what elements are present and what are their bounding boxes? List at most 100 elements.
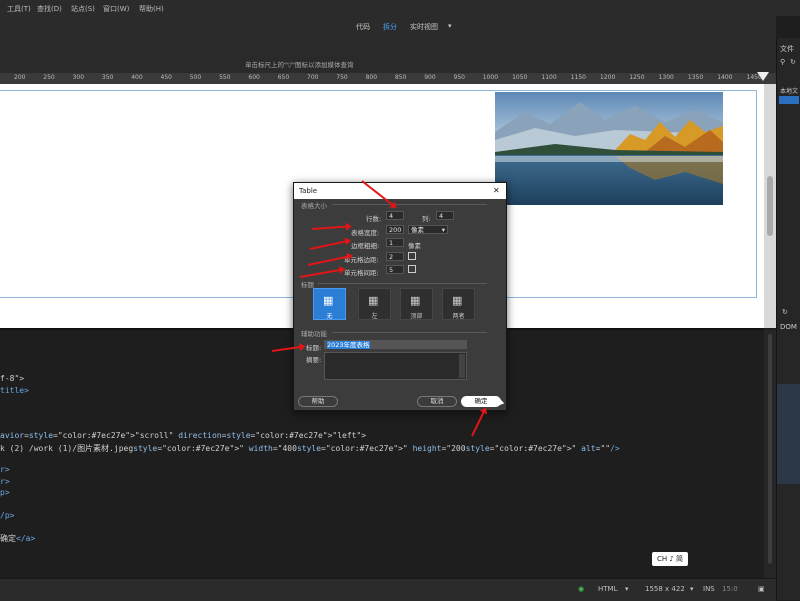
close-icon[interactable]: ✕: [493, 186, 500, 195]
dialog-title: Table: [299, 187, 318, 195]
preview-icon[interactable]: ▣: [758, 585, 765, 593]
menu-help[interactable]: 帮助(H): [139, 4, 164, 14]
width-unit-select[interactable]: 像素 ▾: [408, 225, 448, 234]
window-size[interactable]: 1558 x 422: [645, 585, 685, 593]
ruler-tick-label: 1050: [512, 74, 528, 81]
code-line[interactable]: 确定</a>: [0, 533, 35, 544]
ruler-tick-label: 300: [72, 74, 85, 81]
caption-selected-text: 2023年度表格: [327, 341, 370, 349]
insert-mode: INS: [703, 585, 715, 593]
ruler-tick-label: 400: [131, 74, 143, 81]
menu-bar: 工具(T) 查找(D) 站点(S) 窗口(W) 帮助(H): [0, 0, 800, 16]
code-line[interactable]: r>: [0, 465, 10, 474]
design-scrollbar[interactable]: [764, 84, 776, 328]
ruler-tick-label: 450: [160, 74, 172, 81]
menu-tools[interactable]: 工具(T): [7, 4, 31, 14]
refresh-icon[interactable]: ↻: [782, 308, 788, 316]
width-unit-value: 像素: [411, 226, 424, 234]
summary-label: 摘要:: [306, 356, 322, 364]
header-none-icon: ▦: [323, 294, 334, 307]
dom-panel-title[interactable]: DOM: [780, 323, 797, 331]
header-top-label: 顶部: [410, 313, 423, 320]
header-left-icon: ▦: [368, 294, 379, 307]
filter-icon[interactable]: ⚲: [780, 58, 785, 66]
code-line[interactable]: p>: [0, 488, 10, 497]
dialog-titlebar: Table ✕: [294, 183, 506, 199]
table-width-input[interactable]: 200: [386, 225, 404, 234]
code-scrollbar[interactable]: [764, 330, 776, 578]
tree-item-selected[interactable]: [779, 96, 799, 104]
ime-indicator[interactable]: CH ♪ 简: [652, 552, 688, 566]
summary-textarea[interactable]: [324, 352, 467, 380]
code-line[interactable]: /p>: [0, 511, 14, 520]
ruler-tick-label: 1400: [717, 74, 733, 81]
ruler-tick-label: 850: [394, 74, 407, 81]
rows-input[interactable]: 4: [386, 211, 404, 220]
caption-input[interactable]: 2023年度表格: [324, 340, 467, 349]
code-line[interactable]: avior=style="color:#7ec27e">"scroll" dir…: [0, 431, 366, 440]
border-thickness-input[interactable]: 1: [386, 238, 404, 247]
chevron-down-icon[interactable]: ▾: [690, 585, 694, 593]
cancel-button[interactable]: 取消: [417, 396, 457, 407]
local-files-label: 本地文: [780, 88, 799, 95]
summary-scrollbar[interactable]: [459, 354, 465, 378]
ruler-tick-label: 550: [219, 74, 231, 81]
header-both-icon: ▦: [452, 294, 463, 307]
dom-tree-highlight: [777, 384, 800, 484]
code-line[interactable]: r>: [0, 477, 10, 486]
tab-live-view[interactable]: 实时视图: [410, 22, 438, 32]
lake-image[interactable]: [495, 92, 723, 205]
view-toolbar: 代码 拆分 实时视图 ▾: [0, 16, 776, 39]
media-query-hint-bar: 单击标尺上的"▽"图标以添加媒体查询: [0, 38, 776, 73]
ruler-tick-label: 700: [307, 74, 319, 81]
chevron-down-icon[interactable]: ▾: [448, 22, 452, 30]
cursor-position: 15:0: [722, 585, 738, 593]
status-bar: ◉ HTML ▾ 1558 x 422 ▾ INS 15:0 ▣: [0, 578, 776, 601]
language-selector[interactable]: HTML: [598, 585, 617, 593]
code-line[interactable]: f-8">: [0, 374, 24, 383]
divider: [332, 332, 487, 333]
divider: [332, 204, 487, 205]
table-width-label: 表格宽度:: [351, 229, 380, 237]
columns-label: 列:: [422, 215, 431, 223]
ruler-tick-label: 200: [14, 74, 26, 81]
chevron-down-icon[interactable]: ▾: [625, 585, 629, 593]
columns-input[interactable]: 4: [436, 211, 454, 220]
ruler-tick-label: 1100: [541, 74, 557, 81]
header-none-button[interactable]: ▦ 无: [313, 288, 346, 320]
code-line[interactable]: title>: [0, 386, 29, 395]
cell-spacing-input[interactable]: 5: [386, 265, 404, 274]
ruler-tick-label: 600: [248, 74, 260, 81]
header-both-button[interactable]: ▦ 两者: [442, 288, 475, 320]
header-left-label: 左: [371, 313, 378, 320]
scroll-thumb[interactable]: [768, 334, 772, 564]
header-left-button[interactable]: ▦ 左: [358, 288, 391, 320]
tab-split[interactable]: 拆分: [383, 22, 397, 32]
ruler-tick-label: 750: [336, 74, 348, 81]
refresh-icon[interactable]: ↻: [790, 58, 796, 66]
menu-site[interactable]: 站点(S): [71, 4, 95, 14]
tab-code[interactable]: 代码: [356, 22, 370, 32]
files-panel-title[interactable]: 文件: [780, 44, 794, 54]
media-query-marker-icon[interactable]: [757, 72, 769, 81]
section-table-size: 表格大小: [301, 202, 327, 210]
border-unit: 像素: [408, 242, 421, 250]
ruler-tick-label: 350: [101, 74, 114, 81]
ruler-tick-label: 950: [453, 74, 465, 81]
ruler-tick-label: 500: [189, 74, 202, 81]
menu-find[interactable]: 查找(D): [37, 4, 62, 14]
header-top-button[interactable]: ▦ 顶部: [400, 288, 433, 320]
code-line[interactable]: k (2) /work (1)/图片素材.jpegstyle="color:#7…: [0, 443, 620, 454]
section-accessibility: 辅助功能: [301, 330, 327, 338]
ruler-tick-label: 1000: [482, 74, 499, 81]
help-button[interactable]: 帮助: [298, 396, 338, 407]
cell-spacing-label: 单元格间距:: [344, 269, 379, 277]
menu-window[interactable]: 窗口(W): [103, 4, 129, 14]
header-top-icon: ▦: [410, 294, 421, 307]
cell-padding-input[interactable]: 2: [386, 252, 404, 261]
cell-padding-icon: [408, 252, 416, 260]
caption-label: 标题:: [306, 344, 322, 352]
rows-label: 行数:: [366, 215, 382, 223]
scroll-thumb[interactable]: [767, 176, 773, 236]
chevron-down-icon: ▾: [441, 226, 445, 234]
